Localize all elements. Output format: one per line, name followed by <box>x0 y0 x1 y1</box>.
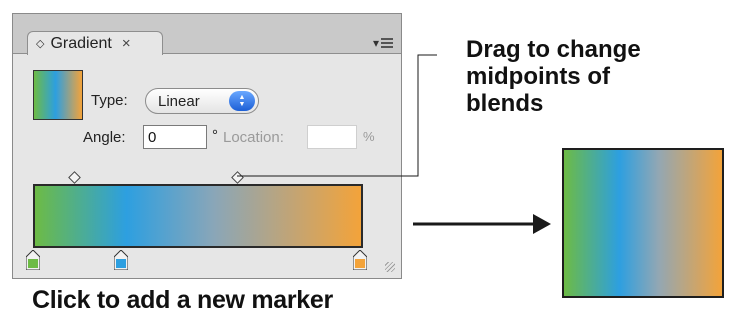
midpoint-callout: Drag to change midpoints of blends <box>466 36 641 117</box>
midpoint-callout-line-2: midpoints of <box>466 63 610 90</box>
marker-callout: Click to add a new marker <box>32 286 333 314</box>
arrow-head-icon <box>533 214 551 234</box>
midpoint-callout-line-1: Drag to change <box>466 36 641 63</box>
gradient-preview-swatch <box>562 148 724 298</box>
midpoint-callout-line <box>237 54 437 177</box>
midpoint-callout-line-3: blends <box>466 90 544 117</box>
